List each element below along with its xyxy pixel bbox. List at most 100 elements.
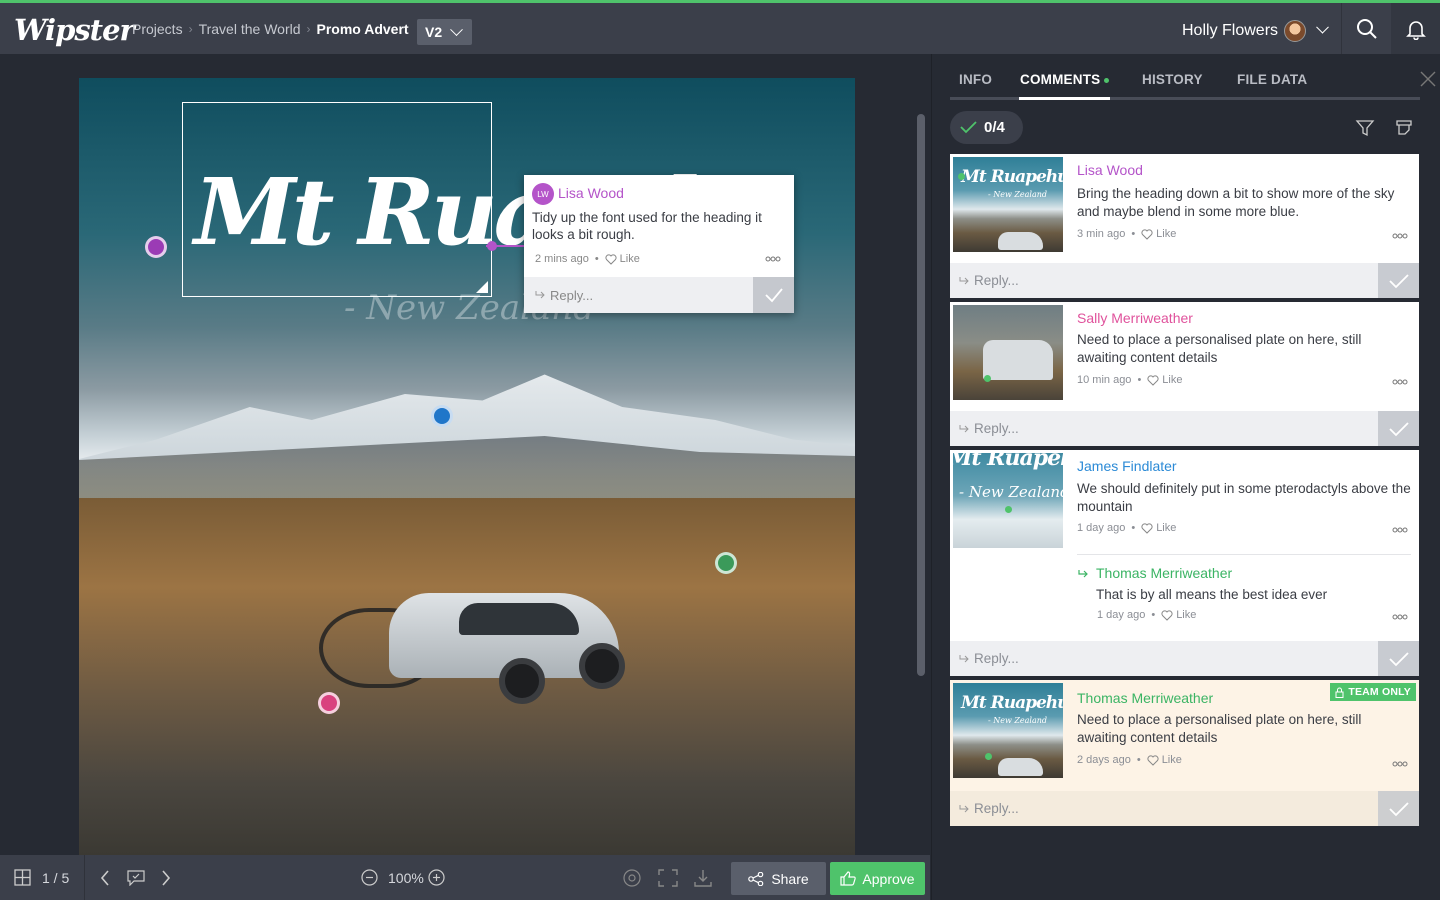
team-only-badge: TEAM ONLY [1330,683,1416,701]
bell-icon [1406,20,1426,40]
comment-author[interactable]: Lisa Wood [1077,162,1143,178]
zoom-out-icon [361,869,378,886]
avatar: LW [532,183,554,205]
like-button[interactable]: Like [1161,609,1196,621]
zoom-out-button[interactable] [361,855,378,900]
heart-icon [605,253,617,265]
comment-card[interactable]: Mt Ruapehu - New Zealand TEAM ONLY Thoma… [950,680,1419,826]
reply-text: That is by all means the best idea ever [1096,587,1328,602]
comment-thumbnail[interactable]: Mt Ruapehu - New Zealand [953,157,1063,252]
check-icon [764,288,783,303]
comment-card[interactable]: Mt Ruapehu - New Zealand Lisa Wood Bring… [950,154,1419,298]
previous-button[interactable] [100,855,110,900]
comment-thumbnail[interactable]: Mt Ruapehu - New Zealand [953,453,1063,548]
like-button[interactable]: Like [1147,754,1182,766]
comment-pin-purple[interactable] [145,236,167,258]
next-button[interactable] [161,855,171,900]
download-button[interactable] [694,855,712,900]
like-button[interactable]: Like [1147,374,1182,386]
notifications-button[interactable] [1391,3,1440,54]
grid-icon [14,869,31,886]
page-counter: 1 / 5 [42,869,70,886]
like-button[interactable]: Like [1141,522,1176,534]
wipster-logo[interactable]: Wipster [14,13,135,47]
annotation-selection-box[interactable] [182,102,492,297]
approve-button[interactable]: Approve [830,862,925,895]
more-options-icon[interactable] [1392,527,1408,533]
comment-pin-blue[interactable] [431,405,453,427]
popup-meta: 2 mins ago • Like [535,253,640,265]
search-button[interactable] [1341,3,1391,54]
comment-thumbnail[interactable] [953,305,1063,400]
search-icon [1356,18,1377,39]
comment-author[interactable]: Sally Merriweather [1077,310,1193,326]
reply-input[interactable]: Reply... [950,791,1378,826]
comment-mode-button[interactable] [127,855,145,900]
comment-time: 1 day ago [1077,522,1126,534]
zoom-in-icon [428,869,445,886]
user-name: Holly Flowers [1182,22,1279,39]
tab-info[interactable]: INFO [959,72,992,87]
check-icon [1388,651,1409,666]
breadcrumb-projects[interactable]: Projects [132,21,183,37]
heart-icon [1147,374,1159,386]
breadcrumb-travel-the-world[interactable]: Travel the World [199,21,301,37]
comment-author[interactable]: James Findlater [1077,458,1177,474]
popup-author[interactable]: Lisa Wood [558,185,624,201]
car-graphic [319,558,625,708]
print-icon[interactable] [1394,118,1414,138]
more-options-icon[interactable] [1392,614,1408,620]
comment-meta: 10 min ago • Like [1077,374,1183,386]
resolve-button[interactable] [1378,791,1419,826]
popup-reply-input[interactable]: Reply... [524,277,753,313]
comment-thumbnail[interactable]: Mt Ruapehu - New Zealand [953,683,1063,778]
more-options-icon[interactable] [1392,379,1408,385]
resolved-count: 0/4 [984,119,1005,136]
zoom-in-button[interactable] [428,855,445,900]
popup-resolve-button[interactable] [753,277,794,313]
filter-icon[interactable] [1355,118,1375,138]
comment-author[interactable]: Thomas Merriweather [1077,690,1213,706]
comment-card[interactable]: Mt Ruapehu - New Zealand James Findlater… [950,450,1419,676]
reply-author[interactable]: Thomas Merriweather [1096,565,1232,581]
like-button[interactable]: Like [1141,228,1176,240]
resolve-button[interactable] [1378,263,1419,298]
more-options-icon[interactable] [765,256,781,262]
user-menu[interactable]: Holly Flowers [1182,20,1329,42]
bottom-toolbar: 1 / 5 100% Share Approve [0,855,930,900]
target-button[interactable] [623,855,641,900]
tab-history[interactable]: HISTORY [1142,72,1203,87]
more-options-icon[interactable] [1392,761,1408,767]
thumbnail-pin [958,173,965,180]
version-select[interactable]: V2 [417,19,472,45]
comment-card[interactable]: Sally Merriweather Need to place a perso… [950,302,1419,446]
viewer-scrollbar[interactable] [917,114,925,676]
heart-icon [1141,228,1153,240]
thumbnail-pin [985,753,992,760]
comment-text: Bring the heading down a bit to show mor… [1077,186,1395,219]
avatar [1284,20,1307,42]
tab-file-data[interactable]: FILE DATA [1237,72,1307,87]
tab-comments[interactable]: COMMENTS [1020,72,1110,87]
close-icon[interactable] [1419,70,1437,88]
reply-input[interactable]: Reply... [950,263,1378,298]
fullscreen-button[interactable] [658,855,678,900]
reply-input[interactable]: Reply... [950,641,1378,676]
comment-pin-pink[interactable] [318,692,340,714]
resolved-filter-button[interactable]: 0/4 [950,111,1023,144]
more-options-icon[interactable] [1392,233,1408,239]
popup-like-button[interactable]: Like [605,253,640,265]
resolve-button[interactable] [1378,641,1419,676]
grid-view-button[interactable] [14,855,31,900]
chevron-down-icon [450,22,463,36]
resolve-button[interactable] [1378,411,1419,446]
resize-handle[interactable] [476,281,488,293]
heart-icon [1141,522,1153,534]
share-button[interactable]: Share [731,862,826,895]
reply-input[interactable]: Reply... [950,411,1378,446]
version-label: V2 [425,24,443,40]
chevron-right-icon [162,869,171,886]
heart-icon [1161,609,1173,621]
comment-pin-green[interactable] [715,552,737,574]
reply-arrow-icon [959,276,969,284]
